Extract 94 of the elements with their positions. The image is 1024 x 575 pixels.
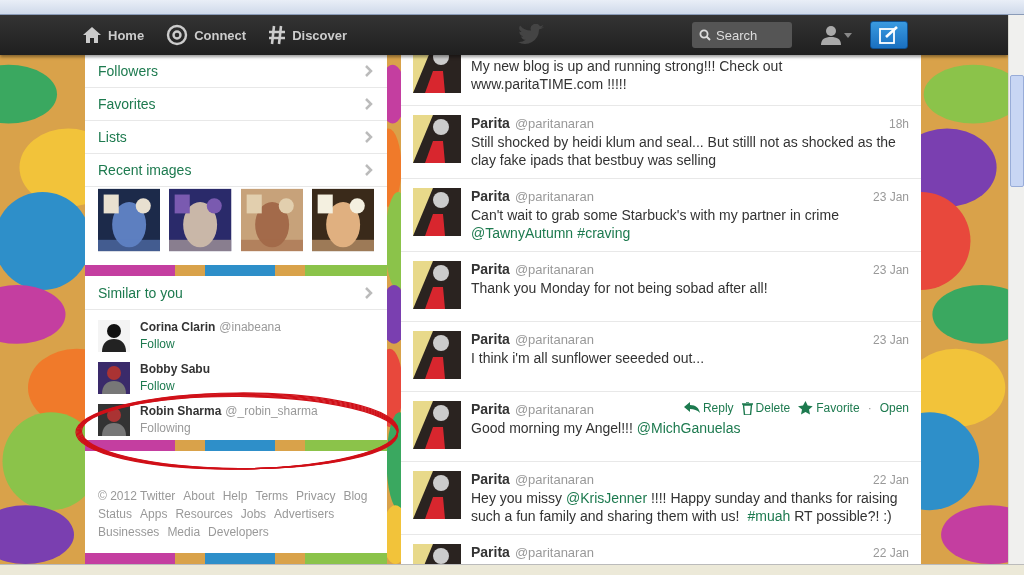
tweet-handle: @paritanaran	[514, 332, 594, 347]
footer-link[interactable]: Apps	[140, 507, 168, 521]
avatar[interactable]	[413, 115, 461, 163]
person-name[interactable]: Corina Clarin	[140, 320, 216, 334]
chevron-icon	[365, 164, 373, 176]
star-icon	[798, 401, 814, 415]
footer-link[interactable]: Status	[98, 507, 133, 521]
footer-link[interactable]: Resources	[175, 507, 233, 521]
follow-link[interactable]: Follow	[140, 337, 281, 351]
avatar[interactable]	[413, 331, 461, 379]
sidebar-item[interactable]: Lists	[85, 121, 387, 154]
tweet-link[interactable]: #craving	[577, 225, 631, 241]
person-handle: @_robin_sharma	[225, 404, 318, 418]
footer-link[interactable]: Blog	[343, 489, 368, 503]
hash-icon	[268, 25, 287, 45]
tweet-author[interactable]: Parita	[471, 401, 510, 417]
tweet-text: My new blog is up and running strong!!! Check out www.paritaTIME.com !!!!!	[471, 57, 784, 93]
chevron-icon	[365, 286, 373, 299]
sidebar-item[interactable]: Recent images	[85, 154, 387, 187]
avatar[interactable]	[413, 261, 461, 309]
tweet-handle: @paritanaran	[514, 262, 594, 277]
footer-link[interactable]: Advertisers	[274, 507, 335, 521]
person-handle: @inabeana	[219, 320, 281, 334]
tweet-link[interactable]: #muah	[747, 508, 791, 524]
avatar[interactable]	[413, 401, 461, 449]
sidebar-item[interactable]: Followers	[85, 55, 387, 88]
tweet-author[interactable]: Parita	[471, 188, 510, 204]
person-name[interactable]: Bobby Sabu	[140, 362, 210, 376]
footer-link[interactable]: Media	[167, 525, 201, 539]
tweet-text: Can't wait to grab some Starbuck's with my partner in crime @TawnyAutumn #craving	[471, 206, 840, 242]
nav-link[interactable]: Connect	[166, 24, 247, 46]
footer-link[interactable]: Jobs	[240, 507, 267, 521]
tweet-author[interactable]: Parita	[471, 331, 510, 347]
chevron-icon	[365, 98, 373, 110]
scrollbar[interactable]	[1008, 15, 1024, 564]
tweet-author[interactable]: Parita	[471, 471, 510, 487]
following-status[interactable]: Following	[140, 421, 318, 435]
copyright-text: © 2012 Twitter	[98, 489, 176, 503]
tweet-text: Good morning my Angel!!! @MichGanuelas	[471, 419, 742, 437]
chevron-icon	[365, 65, 373, 77]
pencil-icon	[879, 26, 899, 44]
similar-header-link[interactable]: Similar to you	[85, 276, 387, 310]
tweet-handle: @paritanaran	[514, 472, 594, 487]
avatar[interactable]	[413, 188, 461, 236]
tweet-handle: @paritanaran	[514, 189, 594, 204]
tweet-text: Still shocked by heidi klum and seal... But stilll not as shocked as the clay fake ipads that bestbuy was selling	[471, 133, 897, 169]
user-icon	[820, 25, 842, 45]
avatar[interactable]	[413, 55, 461, 93]
tweet-time[interactable]: 23 Jan	[872, 333, 909, 347]
tweet-text: I think i'm all sunflower seeeded out...	[471, 349, 706, 367]
reply-icon	[683, 402, 700, 414]
tweet-author[interactable]: Parita	[471, 261, 510, 277]
tweet-author[interactable]: Parita	[471, 115, 510, 131]
caret-icon	[844, 32, 852, 38]
footer-link[interactable]: Terms	[255, 489, 289, 503]
house-icon	[82, 26, 102, 44]
tweet-text: Thank you Monday for not being sobad after all!	[471, 279, 769, 297]
chevron-icon	[365, 131, 373, 143]
tweet-time[interactable]: 22 Jan	[872, 546, 909, 560]
footer-link[interactable]: About	[183, 489, 215, 503]
trash-icon	[741, 401, 753, 415]
follow-link[interactable]: Follow	[140, 379, 210, 393]
tweet-text: Hey you missy @KrisJenner !!!! Happy sunday and thanks for raising such a fun family and sharing them with us! #muah RT possible?! :)	[471, 489, 899, 525]
compose-tweet-button[interactable]	[870, 21, 908, 49]
favorite-action[interactable]: Favorite	[798, 401, 860, 415]
footer-link[interactable]: Developers	[208, 525, 269, 539]
footer-link[interactable]: Privacy	[296, 489, 336, 503]
search-icon	[699, 29, 711, 41]
search-field[interactable]: Search	[692, 22, 792, 48]
footer-link[interactable]: Help	[222, 489, 248, 503]
tweet-time[interactable]: 22 Jan	[872, 473, 909, 487]
account-menu-button[interactable]	[820, 25, 852, 45]
avatar[interactable]	[413, 471, 461, 519]
tweet-time[interactable]: 23 Jan	[872, 263, 909, 277]
tweet-link[interactable]: @MichGanuelas	[636, 420, 741, 436]
tweet-link[interactable]: @TawnyAutumn	[471, 225, 574, 241]
open-action[interactable]: Open	[879, 401, 909, 415]
tweet-handle: @paritanaran	[514, 116, 594, 131]
tweet-time[interactable]: 18h	[888, 117, 909, 131]
tweet-link[interactable]: @KrisJenner	[565, 490, 648, 506]
nav-link[interactable]: Home	[82, 26, 145, 44]
person-name[interactable]: Robin Sharma	[140, 404, 222, 418]
sidebar-item[interactable]: Favorites	[85, 88, 387, 121]
avatar[interactable]	[98, 320, 130, 352]
bird-icon	[516, 24, 545, 46]
nav-link[interactable]: Discover	[268, 25, 348, 45]
reply-action[interactable]: Reply	[683, 401, 734, 415]
footer-link[interactable]: Businesses	[98, 525, 160, 539]
tweet-handle: @paritanaran	[514, 402, 594, 417]
separator-dot: ·	[867, 401, 872, 415]
tweet-handle: @paritanaran	[514, 545, 594, 560]
tweet-author[interactable]: Parita	[471, 544, 510, 560]
delete-action[interactable]: Delete	[741, 401, 791, 415]
tweet-time[interactable]: 23 Jan	[872, 190, 909, 204]
